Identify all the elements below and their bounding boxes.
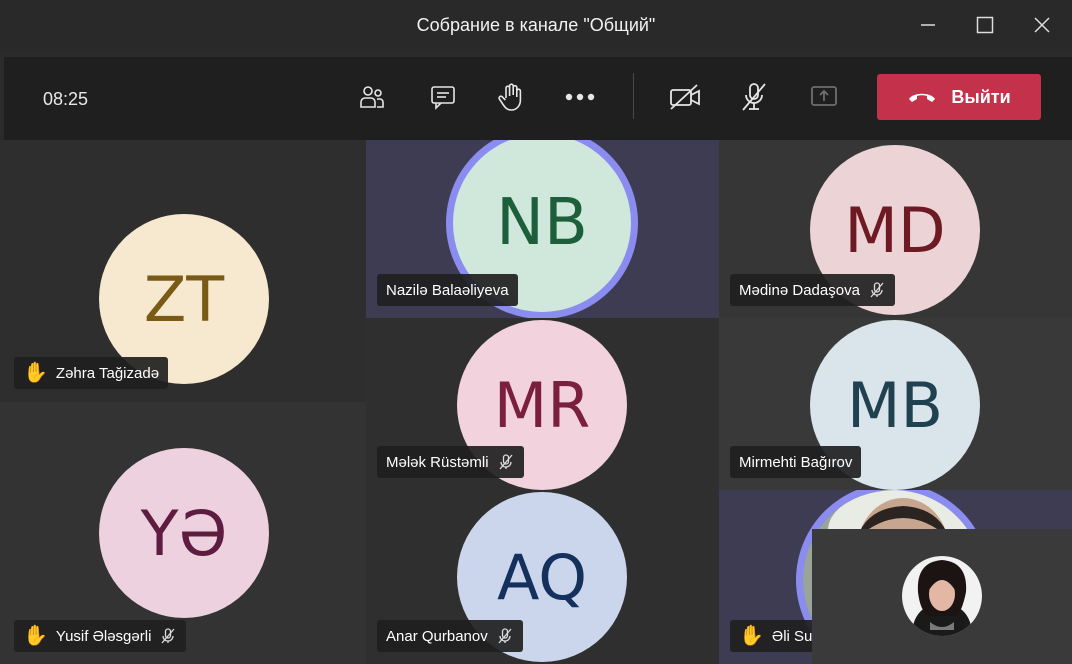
title-bar: Собрание в канале "Общий" (0, 0, 1072, 52)
participant-name: Anar Qurbanov (386, 627, 488, 645)
camera-toggle-button[interactable] (665, 79, 705, 115)
toolbar-divider (633, 73, 634, 119)
participant-name-tag: ✋ Zəhra Tağizadə (14, 357, 169, 389)
participant-name-tag: Nazilə Balaəliyeva (377, 274, 518, 306)
hang-up-icon (909, 93, 936, 102)
mic-off-icon (870, 282, 884, 298)
participant-name-tag: Mələk Rüstəmli (377, 446, 524, 478)
participant-name: Əli Su (771, 627, 813, 645)
participant-name: Yusif Ələsgərli (55, 627, 152, 645)
participant-tile[interactable]: NB Nazilə Balaəliyeva (366, 140, 719, 318)
leave-button[interactable]: Выйти (877, 74, 1041, 120)
meeting-toolbar: 08:25 Выйти (4, 57, 1072, 140)
leave-label: Выйти (951, 86, 1011, 107)
meeting-timer: 08:25 (43, 89, 89, 109)
avatar: YƏ (99, 448, 269, 618)
participant-name: Mələk Rüstəmli (386, 453, 489, 471)
raised-hand-icon: ✋ (23, 362, 48, 384)
mic-off-icon (742, 83, 766, 111)
participant-name: Mirmehti Bağırov (739, 453, 853, 471)
participant-tile[interactable]: MD Mədinə Dadaşova (719, 140, 1072, 318)
participants-button[interactable] (352, 79, 392, 115)
close-icon (1034, 17, 1050, 33)
participant-name-tag: Mirmehti Bağırov (730, 446, 862, 478)
share-screen-icon (811, 86, 837, 106)
minimize-button[interactable] (910, 10, 946, 40)
mic-off-icon (161, 628, 175, 644)
participant-tile[interactable]: YƏ ✋ Yusif Ələsgərli (0, 402, 366, 664)
participant-name: Nazilə Balaəliyeva (386, 281, 509, 299)
maximize-button[interactable] (967, 10, 1003, 40)
raise-hand-button[interactable] (491, 79, 531, 115)
self-preview[interactable] (812, 529, 1072, 664)
participant-tile[interactable]: MB Mirmehti Bağırov (719, 318, 1072, 490)
close-button[interactable] (1024, 10, 1060, 40)
more-button[interactable] (560, 79, 600, 115)
raised-hand-icon: ✋ (739, 625, 764, 647)
more-icon (565, 93, 595, 101)
participant-tile[interactable]: ZT ✋ Zəhra Tağizadə (0, 140, 366, 402)
participant-name-tag: Anar Qurbanov (377, 620, 523, 652)
share-screen-button[interactable] (804, 79, 844, 115)
participant-name-tag: ✋ Yusif Ələsgərli (14, 620, 187, 652)
mic-toggle-button[interactable] (734, 79, 774, 115)
participant-tile[interactable]: AQ Anar Qurbanov (366, 490, 719, 664)
participant-tile[interactable]: MR Mələk Rüstəmli (366, 318, 719, 490)
self-avatar (902, 556, 982, 636)
participant-name: Zəhra Tağizadə (55, 364, 160, 382)
minimize-icon (921, 24, 935, 26)
participant-name-tag: Mədinə Dadaşova (730, 274, 895, 306)
self-photo (902, 556, 982, 636)
chat-icon (431, 86, 455, 110)
camera-off-icon (670, 84, 700, 110)
chat-button[interactable] (423, 79, 463, 115)
mic-off-icon (498, 628, 512, 644)
mic-off-icon (499, 454, 513, 470)
participant-name-tag: ✋ Əli Su (730, 620, 822, 652)
maximize-icon (976, 16, 994, 34)
participant-name: Mədinə Dadaşova (739, 281, 860, 299)
raise-hand-icon (498, 83, 522, 111)
participants-icon (360, 86, 384, 108)
raised-hand-icon: ✋ (23, 625, 48, 647)
